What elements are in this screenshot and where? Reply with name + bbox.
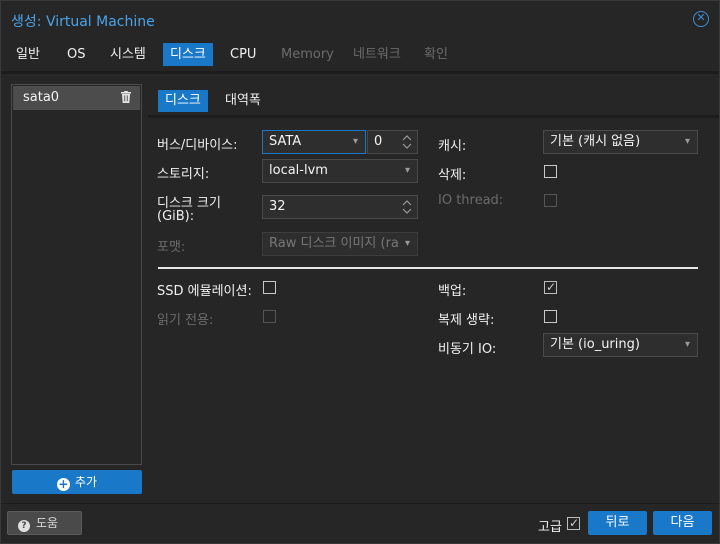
- bus-select-value: SATA: [269, 134, 302, 149]
- ssd-emulation-label: SSD 에뮬레이션:: [157, 284, 252, 299]
- storage-select-value: local-lvm: [269, 163, 328, 178]
- tab-cpu[interactable]: CPU: [223, 43, 263, 66]
- dialog-title: 생성: Virtual Machine: [11, 11, 155, 31]
- add-disk-button[interactable]: + 추가: [12, 470, 142, 494]
- chevron-down-icon: ▾: [404, 165, 410, 176]
- chevron-down-icon: ▾: [684, 339, 690, 350]
- backup-checkbox[interactable]: ✓: [544, 280, 557, 294]
- dialog-titlebar: 생성: Virtual Machine ✕: [1, 1, 719, 39]
- skip-replication-checkbox[interactable]: [544, 310, 557, 323]
- storage-label: 스토리지:: [157, 167, 210, 182]
- advanced-label: 고급: [538, 520, 562, 535]
- async-io-select[interactable]: 기본 (io_uring) ▾: [543, 333, 698, 357]
- iothread-label: IO thread:: [438, 193, 504, 208]
- format-select-value: Raw 디스크 이미지 (ra: [269, 236, 399, 251]
- chevron-down-icon: ▾: [352, 136, 358, 147]
- cache-select-value: 기본 (캐시 없음): [550, 134, 641, 149]
- read-only-checkbox[interactable]: [263, 310, 276, 323]
- disk-list: sata0: [11, 84, 142, 465]
- subtab-bandwidth[interactable]: 대역폭: [218, 90, 268, 112]
- format-select[interactable]: Raw 디스크 이미지 (ra ▾: [262, 232, 418, 256]
- async-io-label: 비동기 IO:: [438, 342, 497, 357]
- tab-confirm[interactable]: 확인: [417, 43, 455, 66]
- iothread-checkbox[interactable]: [544, 194, 557, 207]
- chevron-down-icon: ▾: [404, 238, 410, 249]
- storage-select[interactable]: local-lvm ▾: [262, 159, 418, 183]
- next-button[interactable]: 다음: [653, 511, 712, 535]
- backup-label: 백업:: [438, 284, 467, 299]
- device-number-spinner[interactable]: 0: [367, 130, 418, 154]
- checkmark-icon: ✓: [546, 280, 557, 294]
- chevron-down-icon: ▾: [684, 136, 690, 147]
- disk-size-input[interactable]: 32: [262, 195, 418, 219]
- cache-select[interactable]: 기본 (캐시 없음) ▾: [543, 130, 698, 154]
- section-divider: [158, 267, 698, 269]
- help-label: 도움: [36, 516, 59, 530]
- create-vm-dialog: 생성: Virtual Machine ✕ 일반 OS 시스템 디스크 CPU …: [0, 0, 720, 544]
- discard-checkbox[interactable]: [544, 165, 557, 178]
- cache-label: 캐시:: [438, 139, 467, 154]
- tab-memory[interactable]: Memory: [274, 43, 341, 66]
- device-number-value: 0: [374, 134, 383, 149]
- format-label: 포맷:: [157, 240, 186, 255]
- spinner-arrows-icon[interactable]: [402, 198, 412, 216]
- tab-general[interactable]: 일반: [9, 43, 47, 66]
- read-only-label: 읽기 전용:: [157, 313, 214, 328]
- tabbar-divider: [1, 71, 719, 74]
- trash-icon[interactable]: [121, 91, 131, 103]
- add-disk-label: 추가: [74, 475, 98, 489]
- disk-item-label: sata0: [23, 90, 60, 105]
- discard-label: 삭제:: [438, 168, 467, 183]
- question-icon: ?: [18, 520, 30, 532]
- tab-system[interactable]: 시스템: [103, 43, 153, 66]
- disk-list-item-sata0[interactable]: sata0: [13, 86, 140, 110]
- disk-size-label-line2: (GiB):: [157, 209, 195, 224]
- ssd-emulation-checkbox[interactable]: [263, 281, 276, 294]
- subtab-disk[interactable]: 디스크: [158, 90, 208, 112]
- subtabbar-divider: [148, 115, 719, 118]
- bus-select[interactable]: SATA ▾: [262, 130, 366, 154]
- back-button[interactable]: 뒤로: [588, 511, 647, 535]
- checkmark-icon: ✓: [569, 516, 580, 530]
- tab-os[interactable]: OS: [60, 43, 92, 66]
- plus-circle-icon: +: [56, 477, 70, 491]
- advanced-checkbox[interactable]: ✓: [567, 516, 580, 530]
- disk-size-value: 32: [269, 199, 286, 214]
- tab-disk[interactable]: 디스크: [163, 43, 213, 66]
- tab-network[interactable]: 네트워크: [346, 43, 408, 66]
- skip-replication-label: 복제 생략:: [438, 313, 495, 328]
- footer-divider: [1, 503, 719, 504]
- async-io-select-value: 기본 (io_uring): [550, 337, 640, 352]
- close-icon[interactable]: ✕: [693, 11, 709, 27]
- dialog-title-name: Virtual Machine: [45, 14, 155, 30]
- bus-device-label: 버스/디바이스:: [157, 138, 238, 153]
- dialog-title-prefix: 생성:: [11, 14, 42, 30]
- spinner-arrows-icon[interactable]: [402, 133, 412, 151]
- help-button[interactable]: ? 도움: [7, 511, 82, 535]
